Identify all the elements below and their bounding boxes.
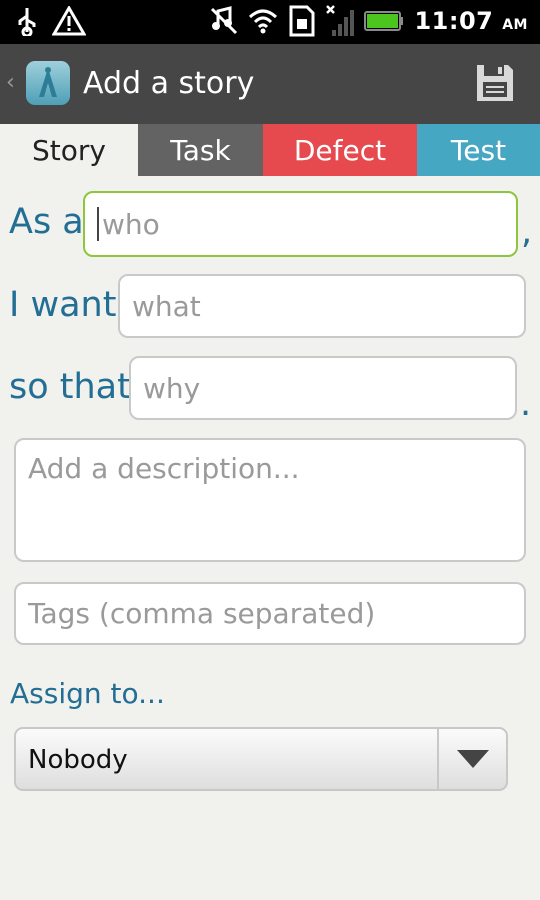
status-left-icons [16,6,86,36]
clock-time: 11:07 [414,7,494,35]
who-input[interactable]: who [83,191,518,257]
why-period: . [520,384,532,424]
clock: 11:07 AM [414,7,528,35]
description-textarea[interactable]: Add a description... [14,438,526,562]
floppy-disk-icon [477,65,513,101]
tab-task[interactable]: Task [138,124,263,176]
i-want-label: I want [9,285,117,325]
action-bar: ‹ Add a story [0,44,540,124]
type-tabs: Story Task Defect Test [0,124,540,176]
who-comma: , [521,212,533,252]
mute-icon [211,6,238,35]
triangle-down-icon [456,750,489,768]
text-cursor [97,207,99,241]
why-input[interactable]: why [129,356,517,420]
sim-card-icon [289,5,315,37]
as-a-label: As a [9,202,84,242]
dropdown-button[interactable] [437,729,506,789]
who-placeholder: who [102,207,160,241]
what-input[interactable]: what [118,274,526,338]
wifi-icon [249,9,278,34]
assignee-select[interactable]: Nobody [14,727,508,791]
tab-test[interactable]: Test [417,124,540,176]
what-placeholder: what [132,289,201,323]
why-placeholder: why [143,371,201,405]
assignee-value: Nobody [28,745,128,775]
so-that-label: so that [9,367,131,407]
page-title: Add a story [83,66,255,101]
description-placeholder: Add a description... [28,452,300,485]
status-bar: 11:07 AM [0,0,540,44]
warning-icon [52,6,86,36]
status-right-icons: 11:07 AM [210,4,528,38]
no-signal-icon [326,5,355,36]
assign-to-label: Assign to... [10,677,165,710]
tab-defect[interactable]: Defect [263,124,417,176]
tab-story[interactable]: Story [0,124,138,176]
back-chevron-icon[interactable]: ‹ [6,70,15,95]
app-logo-icon[interactable] [26,61,70,105]
save-button[interactable] [474,62,516,104]
tags-input[interactable]: Tags (comma separated) [14,582,526,645]
clock-ampm: AM [502,17,528,33]
battery-icon [364,11,404,31]
usb-icon [18,8,36,36]
tags-placeholder: Tags (comma separated) [28,597,376,630]
